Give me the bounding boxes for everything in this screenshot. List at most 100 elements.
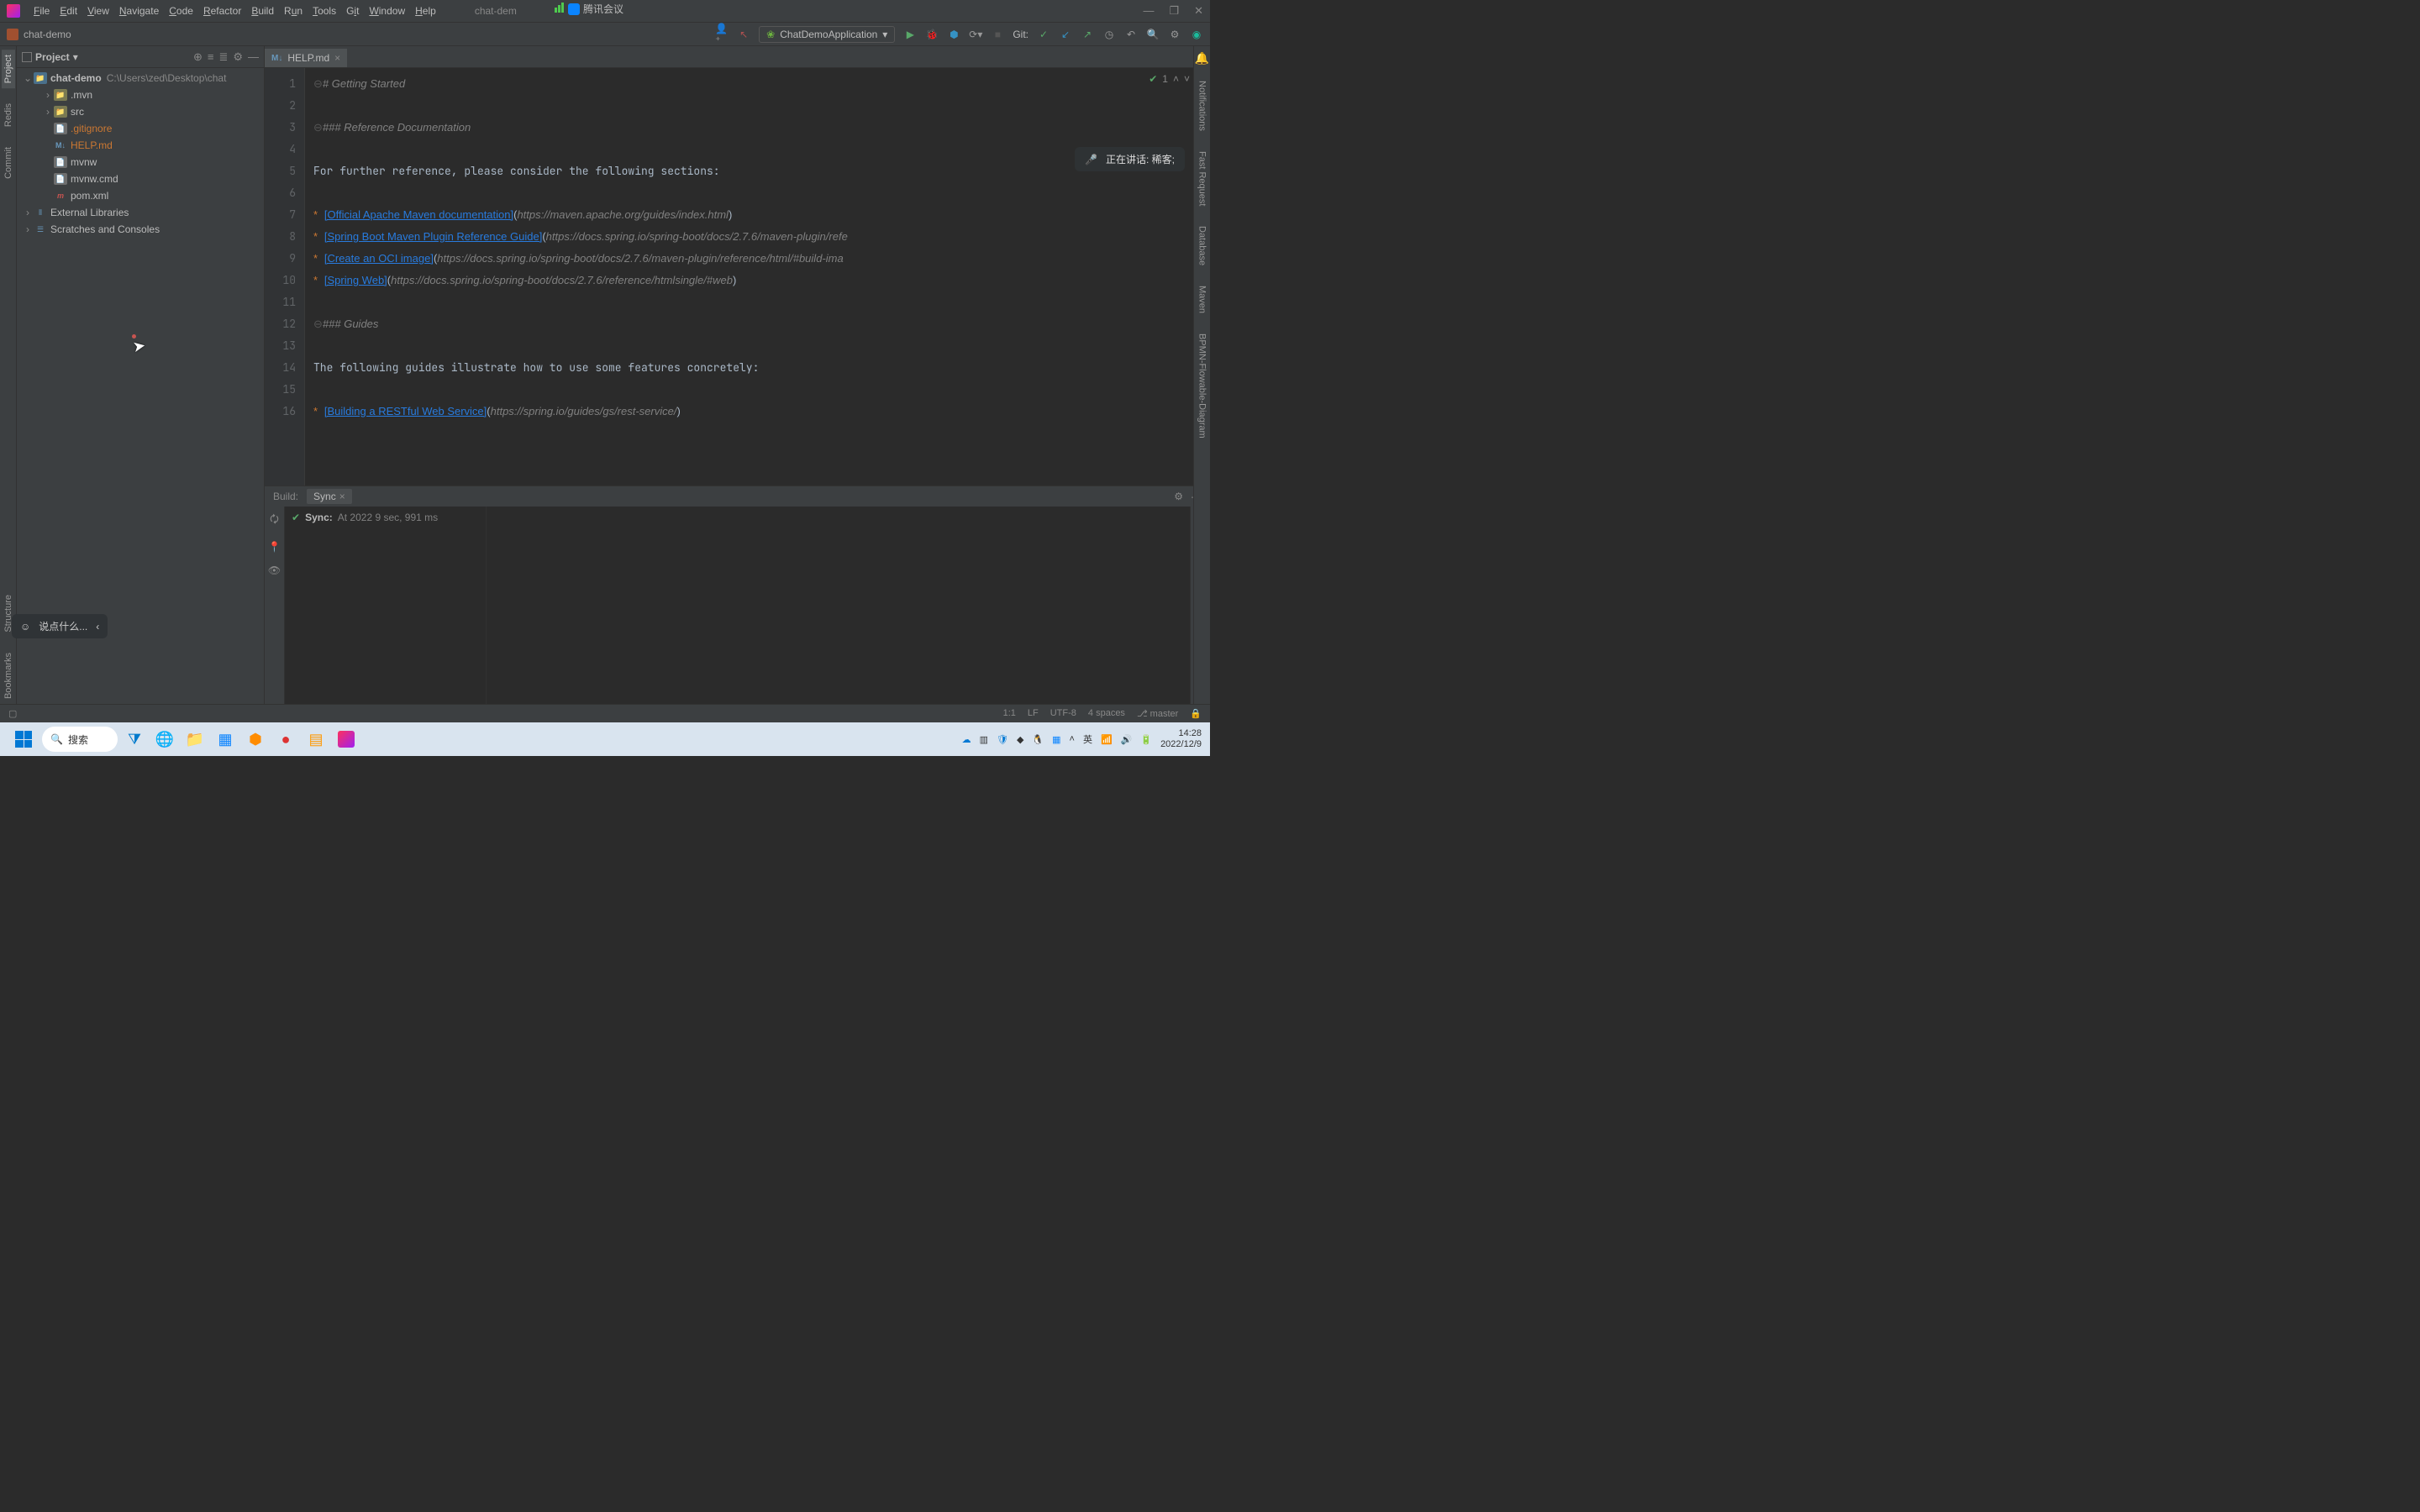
left-tab-bookmarks[interactable]: Bookmarks [2, 648, 15, 704]
build-tab-sync[interactable]: Sync × [307, 489, 352, 504]
select-opened-file-icon[interactable]: ⊕ [193, 50, 203, 64]
status-lock-icon[interactable]: 🔒 [1190, 708, 1202, 719]
search-everywhere-icon[interactable]: 🔍 [1146, 28, 1160, 41]
tray-onedrive-icon[interactable]: ☁ [962, 734, 971, 745]
settings-icon[interactable]: ⚙ [1168, 28, 1181, 41]
say-something-bubble[interactable]: ☺ 说点什么... ‹ [12, 614, 108, 638]
tree-item-pom.xml[interactable]: mpom.xml [17, 187, 264, 204]
tray-ime[interactable]: 英 [1083, 732, 1092, 746]
status-line-separator[interactable]: LF [1028, 708, 1039, 719]
chevron-left-icon[interactable]: ‹ [96, 621, 99, 633]
tray-app-icon[interactable]: ◆ [1017, 734, 1023, 745]
tray-shield-icon[interactable]: 🛡 [997, 734, 1008, 745]
tree-external-libraries[interactable]: ›⫴ External Libraries [17, 204, 264, 221]
code-content[interactable]: ⊖# Getting Started ⊖### Reference Docume… [305, 68, 1210, 486]
editor-tab-help-md[interactable]: M↓ HELP.md × [265, 47, 347, 67]
status-indent[interactable]: 4 spaces [1088, 708, 1125, 719]
taskbar-search[interactable]: 🔍搜索 [42, 727, 118, 752]
meeting-speaking-bubble[interactable]: 🎤 正在讲话: 稀客; [1075, 147, 1185, 171]
menu-navigate[interactable]: Navigate [114, 5, 164, 17]
right-tab-notifications[interactable]: Notifications [1196, 76, 1209, 136]
menu-build[interactable]: Build [246, 5, 279, 17]
close-button[interactable]: ✕ [1194, 4, 1203, 18]
menu-refactor[interactable]: Refactor [198, 5, 246, 17]
menu-window[interactable]: Window [364, 5, 410, 17]
menu-help[interactable]: Help [410, 5, 441, 17]
menu-git[interactable]: Git [341, 5, 364, 17]
minimize-button[interactable]: — [1143, 4, 1154, 18]
git-commit-icon[interactable]: ✓ [1037, 28, 1050, 41]
build-settings-icon[interactable]: ⚙ [1174, 491, 1183, 502]
tree-item-mvnw[interactable]: 📄mvnw [17, 154, 264, 171]
expand-all-icon[interactable]: ≡ [208, 50, 214, 63]
maximize-button[interactable]: ❐ [1169, 4, 1179, 18]
stop-button[interactable]: ■ [991, 28, 1004, 41]
add-user-icon[interactable]: 👤⁺ [715, 28, 729, 41]
task-tencent-meeting[interactable]: ▦ [212, 726, 239, 753]
pin-icon[interactable]: 📍 [268, 541, 281, 553]
back-slash-icon[interactable]: ↖ [737, 28, 750, 41]
menu-tools[interactable]: Tools [308, 5, 341, 17]
close-tab-icon[interactable]: × [334, 52, 340, 64]
gutter[interactable]: 12345678910111213141516 [265, 68, 305, 486]
collapse-all-icon[interactable]: ≣ [218, 50, 228, 64]
task-vscode[interactable]: ⧩ [121, 726, 148, 753]
task-recording[interactable]: ● [272, 726, 299, 753]
right-tab-maven[interactable]: Maven [1196, 281, 1209, 318]
tray-chevron-up-icon[interactable]: ˄ [1070, 734, 1075, 744]
breadcrumb[interactable]: chat-demo [24, 29, 71, 40]
tool-window-quick-icon[interactable]: ▢ [8, 708, 17, 719]
tree-scratches[interactable]: ›☰ Scratches and Consoles [17, 221, 264, 238]
tree-item-src[interactable]: ›📁src [17, 103, 264, 120]
left-tab-commit[interactable]: Commit [2, 142, 15, 184]
right-tab-fast-request[interactable]: Fast Request [1196, 146, 1209, 211]
left-tab-redis[interactable]: Redis [2, 98, 15, 132]
notifications-icon[interactable]: 🔔 [1195, 51, 1209, 66]
left-tab-project[interactable]: Project [2, 50, 15, 88]
tray-cpu-icon[interactable]: ▥ [980, 734, 988, 745]
tree-root[interactable]: ⌄📁 chat-demo C:\Users\zed\Desktop\chat [17, 70, 264, 87]
plugin-icon[interactable]: ◉ [1190, 28, 1203, 41]
build-tree[interactable]: ✔ Sync: At 2022 9 sec, 991 ms [285, 507, 487, 704]
inspection-widget[interactable]: ✔ 1 ˄ ˅ [1149, 73, 1190, 85]
git-history-icon[interactable]: ◷ [1102, 28, 1116, 41]
right-tab-database[interactable]: Database [1196, 221, 1209, 270]
menu-code[interactable]: Code [164, 5, 198, 17]
git-update-icon[interactable]: ↙ [1059, 28, 1072, 41]
menu-edit[interactable]: Edit [55, 5, 82, 17]
tree-item-.gitignore[interactable]: 📄.gitignore [17, 120, 264, 137]
task-sublime[interactable]: ▤ [302, 726, 329, 753]
task-app-orange[interactable]: ⬢ [242, 726, 269, 753]
tree-item-mvnw.cmd[interactable]: 📄mvnw.cmd [17, 171, 264, 187]
close-build-tab-icon[interactable]: × [339, 491, 345, 502]
build-sync-row[interactable]: ✔ Sync: At 2022 9 sec, 991 ms [292, 512, 479, 523]
eye-icon[interactable]: 👁 [268, 564, 281, 576]
task-chrome[interactable]: 🌐 [151, 726, 178, 753]
settings-gear-icon[interactable]: ⚙ [233, 50, 243, 64]
coverage-button[interactable]: ⬢ [947, 28, 960, 41]
tray-qq-icon[interactable]: 🐧 [1032, 734, 1044, 745]
tree-item-HELP.md[interactable]: M↓HELP.md [17, 137, 264, 154]
task-explorer[interactable]: 📁 [182, 726, 208, 753]
profile-button[interactable]: ⟳▾ [969, 28, 982, 41]
tray-clock[interactable]: 14:28 2022/12/9 [1160, 728, 1202, 750]
start-button[interactable] [8, 727, 39, 752]
hide-panel-icon[interactable]: — [248, 50, 259, 63]
debug-button[interactable]: 🐞 [925, 28, 939, 41]
status-encoding[interactable]: UTF-8 [1050, 708, 1076, 719]
next-highlight-icon[interactable]: ˅ [1184, 73, 1190, 85]
menu-view[interactable]: View [82, 5, 114, 17]
run-config-selector[interactable]: ❀ ChatDemoApplication ▾ [759, 26, 895, 43]
tray-volume-icon[interactable]: 🔊 [1121, 734, 1133, 745]
run-button[interactable]: ▶ [903, 28, 917, 41]
sync-icon[interactable]: 🗘 [270, 512, 279, 529]
menu-run[interactable]: Run [279, 5, 308, 17]
tree-item-.mvn[interactable]: ›📁.mvn [17, 87, 264, 103]
project-view-selector[interactable]: Project ▾ [22, 51, 188, 63]
task-intellij[interactable] [333, 726, 360, 753]
tray-battery-icon[interactable]: 🔋 [1140, 734, 1152, 745]
prev-highlight-icon[interactable]: ˄ [1173, 73, 1179, 85]
editor-body[interactable]: 12345678910111213141516 ⊖# Getting Start… [265, 68, 1210, 486]
project-tree[interactable]: ⌄📁 chat-demo C:\Users\zed\Desktop\chat ›… [17, 68, 264, 704]
status-git-branch[interactable]: ⎇ master [1137, 708, 1178, 719]
